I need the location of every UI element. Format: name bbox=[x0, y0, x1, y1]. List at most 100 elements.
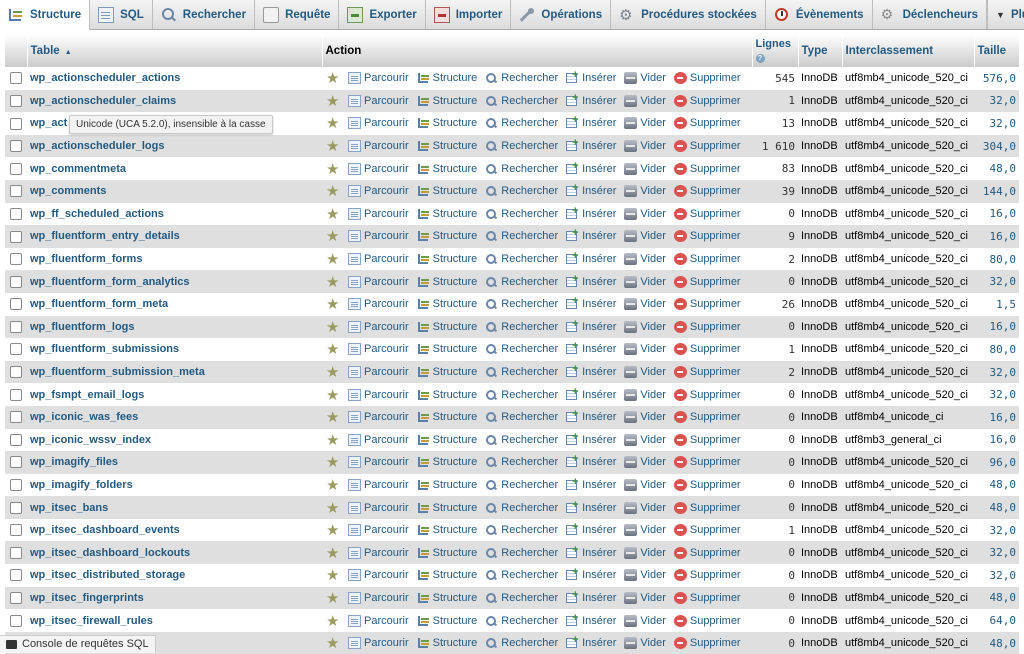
structure-link[interactable]: Structure bbox=[417, 117, 477, 129]
insert-link[interactable]: Insérer bbox=[566, 205, 616, 220]
table-name[interactable]: wp_comments bbox=[27, 179, 322, 203]
search-link[interactable]: Rechercher bbox=[485, 163, 558, 175]
row-checkbox[interactable] bbox=[10, 94, 22, 107]
table-name[interactable]: wp_iconic_was_fees bbox=[27, 405, 322, 429]
table-size[interactable]: 16,0 bbox=[974, 405, 1019, 429]
table-size[interactable]: 144,0 bbox=[974, 179, 1019, 203]
browse-link[interactable]: Parcourir bbox=[348, 388, 409, 401]
search-link[interactable]: Rechercher bbox=[485, 479, 558, 491]
empty-link[interactable]: Vider bbox=[624, 275, 666, 288]
drop-link[interactable]: Supprimer bbox=[673, 275, 741, 288]
favorite-star-icon[interactable]: ★ bbox=[326, 205, 340, 223]
empty-link[interactable]: Vider bbox=[624, 366, 666, 379]
table-size[interactable]: 48,0 bbox=[974, 496, 1019, 519]
empty-link[interactable]: Vider bbox=[624, 185, 666, 198]
favorite-star-icon[interactable]: ★ bbox=[326, 114, 340, 132]
empty-link[interactable]: Vider bbox=[624, 388, 666, 401]
row-checkbox[interactable] bbox=[10, 140, 22, 153]
structure-link[interactable]: Structure bbox=[417, 366, 477, 378]
insert-link[interactable]: Insérer bbox=[566, 544, 616, 559]
tab-sql[interactable]: SQL bbox=[90, 0, 153, 29]
table-size[interactable]: 16,0 bbox=[974, 225, 1019, 248]
search-link[interactable]: Rechercher bbox=[485, 298, 558, 310]
structure-link[interactable]: Structure bbox=[417, 434, 477, 446]
tab-more[interactable]: ▼ Plus bbox=[987, 0, 1024, 29]
structure-link[interactable]: Structure bbox=[417, 592, 477, 604]
browse-link[interactable]: Parcourir bbox=[348, 94, 409, 107]
table-size[interactable]: 32,0 bbox=[974, 360, 1019, 384]
structure-link[interactable]: Structure bbox=[417, 72, 477, 84]
table-size[interactable]: 304,0 bbox=[974, 134, 1019, 158]
browse-link[interactable]: Parcourir bbox=[348, 501, 409, 514]
browse-link[interactable]: Parcourir bbox=[348, 117, 409, 130]
table-size[interactable]: 16,0 bbox=[974, 202, 1019, 226]
help-icon[interactable]: ? bbox=[755, 53, 765, 63]
table-name[interactable]: wp_fluentform_forms bbox=[27, 247, 322, 271]
tab-importer[interactable]: Importer bbox=[426, 0, 512, 29]
favorite-star-icon[interactable]: ★ bbox=[326, 160, 340, 178]
search-link[interactable]: Rechercher bbox=[485, 524, 558, 536]
favorite-star-icon[interactable]: ★ bbox=[326, 634, 340, 652]
table-name[interactable]: wp_itsec_dashboard_events bbox=[27, 518, 322, 542]
insert-link[interactable]: Insérer bbox=[566, 363, 616, 378]
insert-link[interactable]: Insérer bbox=[566, 182, 616, 197]
favorite-star-icon[interactable]: ★ bbox=[326, 544, 340, 562]
empty-link[interactable]: Vider bbox=[624, 207, 666, 220]
table-size[interactable]: 32,0 bbox=[974, 518, 1019, 542]
tab-procedures-stockees[interactable]: Procédures stockées bbox=[611, 0, 766, 29]
table-name[interactable]: wp_iconic_wssv_index bbox=[27, 428, 322, 452]
browse-link[interactable]: Parcourir bbox=[348, 366, 409, 379]
header-table[interactable]: Table ▲ bbox=[27, 34, 323, 67]
table-size[interactable]: 32,0 bbox=[974, 112, 1019, 135]
table-name[interactable]: wp_imagify_files bbox=[27, 451, 322, 474]
empty-link[interactable]: Vider bbox=[624, 72, 666, 85]
structure-link[interactable]: Structure bbox=[417, 208, 477, 220]
browse-link[interactable]: Parcourir bbox=[348, 320, 409, 333]
search-link[interactable]: Rechercher bbox=[485, 615, 558, 627]
empty-link[interactable]: Vider bbox=[624, 614, 666, 627]
insert-link[interactable]: Insérer bbox=[566, 521, 616, 536]
search-link[interactable]: Rechercher bbox=[485, 592, 558, 604]
row-checkbox[interactable] bbox=[10, 456, 22, 469]
row-checkbox[interactable] bbox=[10, 320, 22, 333]
table-size[interactable]: 576,0 bbox=[974, 67, 1019, 90]
empty-link[interactable]: Vider bbox=[624, 569, 666, 582]
drop-link[interactable]: Supprimer bbox=[673, 343, 741, 356]
favorite-star-icon[interactable]: ★ bbox=[326, 137, 340, 155]
favorite-star-icon[interactable]: ★ bbox=[326, 250, 340, 268]
favorite-star-icon[interactable]: ★ bbox=[326, 566, 340, 584]
structure-link[interactable]: Structure bbox=[417, 524, 477, 536]
table-name[interactable]: wp_fluentform_submissions bbox=[27, 338, 322, 361]
drop-link[interactable]: Supprimer bbox=[673, 388, 741, 401]
header-size[interactable]: Taille bbox=[974, 34, 1020, 67]
table-name[interactable]: wp_fluentform_logs bbox=[27, 315, 322, 339]
structure-link[interactable]: Structure bbox=[417, 95, 477, 107]
table-name[interactable]: wp_fluentform_form_meta bbox=[27, 292, 322, 316]
structure-link[interactable]: Structure bbox=[417, 253, 477, 265]
table-size[interactable]: 32,0 bbox=[974, 270, 1019, 293]
favorite-star-icon[interactable]: ★ bbox=[326, 318, 340, 336]
empty-link[interactable]: Vider bbox=[624, 433, 666, 446]
search-link[interactable]: Rechercher bbox=[485, 366, 558, 378]
favorite-star-icon[interactable]: ★ bbox=[326, 612, 340, 630]
browse-link[interactable]: Parcourir bbox=[348, 569, 409, 582]
empty-link[interactable]: Vider bbox=[624, 591, 666, 604]
sql-console-toggle[interactable]: Console de requêtes SQL bbox=[0, 635, 156, 653]
row-checkbox[interactable] bbox=[10, 72, 22, 85]
insert-link[interactable]: Insérer bbox=[566, 227, 616, 242]
table-name[interactable]: wp_ff_scheduled_actions bbox=[27, 202, 322, 226]
table-name[interactable]: wp_commentmeta bbox=[27, 157, 322, 180]
search-link[interactable]: Rechercher bbox=[485, 434, 558, 446]
search-link[interactable]: Rechercher bbox=[485, 95, 558, 107]
browse-link[interactable]: Parcourir bbox=[348, 298, 409, 311]
browse-link[interactable]: Parcourir bbox=[348, 433, 409, 446]
browse-link[interactable]: Parcourir bbox=[348, 162, 409, 175]
browse-link[interactable]: Parcourir bbox=[348, 411, 409, 424]
insert-link[interactable]: Insérer bbox=[566, 453, 616, 468]
structure-link[interactable]: Structure bbox=[417, 230, 477, 242]
drop-link[interactable]: Supprimer bbox=[673, 411, 741, 424]
browse-link[interactable]: Parcourir bbox=[348, 185, 409, 198]
empty-link[interactable]: Vider bbox=[624, 637, 666, 650]
search-link[interactable]: Rechercher bbox=[485, 276, 558, 288]
browse-link[interactable]: Parcourir bbox=[348, 207, 409, 220]
